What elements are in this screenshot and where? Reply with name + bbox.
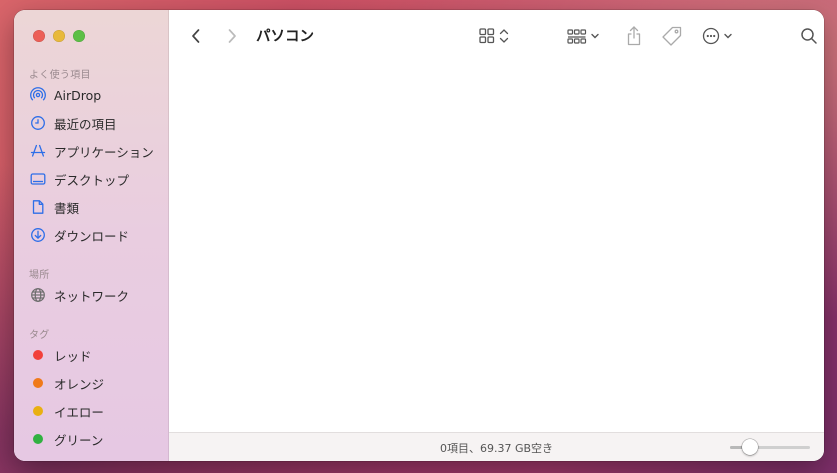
sidebar-tag-yellow[interactable]: イエロー	[30, 400, 104, 422]
airdrop-icon	[30, 87, 46, 103]
sidebar-item-label: イエロー	[54, 404, 104, 420]
icon-size-slider[interactable]	[730, 439, 810, 455]
document-icon	[30, 199, 46, 215]
sidebar-item-label: グリーン	[54, 432, 104, 448]
chevron-right-icon	[228, 29, 236, 43]
window-title: パソコン	[256, 29, 314, 45]
sidebar-item-label: 書類	[54, 200, 80, 216]
sidebar: よく使う項目 AirDrop 最近の項目 アプリケーション デスクトップ 書類 …	[14, 10, 169, 461]
sidebar-item-label: アプリケーション	[54, 144, 154, 160]
tag-color-dot	[33, 434, 43, 444]
minimize-button[interactable]	[53, 30, 65, 42]
sidebar-tag-orange[interactable]: オレンジ	[30, 372, 104, 394]
sidebar-tag-green[interactable]: グリーン	[30, 428, 103, 450]
status-bar: 0項目、69.37 GB空き	[169, 432, 824, 461]
icon-grid-icon	[479, 28, 509, 44]
tag-icon	[662, 26, 682, 46]
sidebar-item-airdrop[interactable]: AirDrop	[30, 84, 101, 106]
sidebar-item-desktop[interactable]: デスクトップ	[30, 168, 129, 190]
action-menu-button[interactable]	[699, 24, 741, 48]
globe-icon	[30, 287, 46, 303]
sidebar-item-label: デスクトップ	[54, 172, 130, 188]
slider-thumb[interactable]	[742, 439, 758, 455]
finder-window: よく使う項目 AirDrop 最近の項目 アプリケーション デスクトップ 書類 …	[14, 10, 824, 461]
download-icon	[30, 227, 46, 243]
close-button[interactable]	[33, 30, 45, 42]
sidebar-tag-red[interactable]: レッド	[30, 344, 92, 366]
tags-section-title: タグ	[29, 330, 50, 341]
sidebar-item-label: ダウンロード	[54, 228, 130, 244]
tag-color-dot	[33, 406, 43, 416]
sidebar-item-label: オレンジ	[54, 376, 105, 392]
share-icon	[627, 26, 641, 46]
sidebar-item-label: レッド	[54, 348, 92, 364]
tag-button[interactable]	[659, 23, 685, 49]
group-grid-icon	[567, 29, 599, 44]
forward-button[interactable]	[221, 25, 243, 47]
toolbar: パソコン	[169, 10, 824, 60]
tag-color-dot	[33, 378, 43, 388]
sidebar-item-label: AirDrop	[54, 87, 102, 103]
view-mode-button[interactable]	[475, 24, 515, 48]
sidebar-item-documents[interactable]: 書類	[30, 196, 79, 218]
favorites-section-title: よく使う項目	[29, 70, 91, 81]
tag-color-dot	[33, 350, 43, 360]
sidebar-item-label: ネットワーク	[54, 288, 130, 304]
sidebar-item-recents[interactable]: 最近の項目	[30, 112, 117, 134]
chevron-left-icon	[192, 29, 200, 43]
search-button[interactable]	[797, 24, 821, 48]
status-text: 0項目、69.37 GB空き	[439, 442, 554, 455]
sidebar-item-downloads[interactable]: ダウンロード	[30, 224, 129, 246]
desktop-icon	[30, 171, 46, 187]
share-button[interactable]	[621, 23, 647, 49]
back-button[interactable]	[185, 25, 207, 47]
group-button[interactable]	[564, 24, 604, 48]
locations-section-title: 場所	[29, 270, 50, 281]
applications-icon	[30, 143, 46, 159]
search-icon	[801, 28, 817, 44]
sidebar-item-applications[interactable]: アプリケーション	[30, 140, 154, 162]
sidebar-item-network[interactable]: ネットワーク	[30, 284, 129, 306]
ellipsis-circle-icon	[702, 27, 732, 45]
window-controls	[33, 30, 85, 42]
sidebar-item-label: 最近の項目	[54, 116, 117, 132]
clock-icon	[30, 115, 46, 131]
zoom-button[interactable]	[73, 30, 85, 42]
file-list-area[interactable]	[169, 60, 824, 433]
